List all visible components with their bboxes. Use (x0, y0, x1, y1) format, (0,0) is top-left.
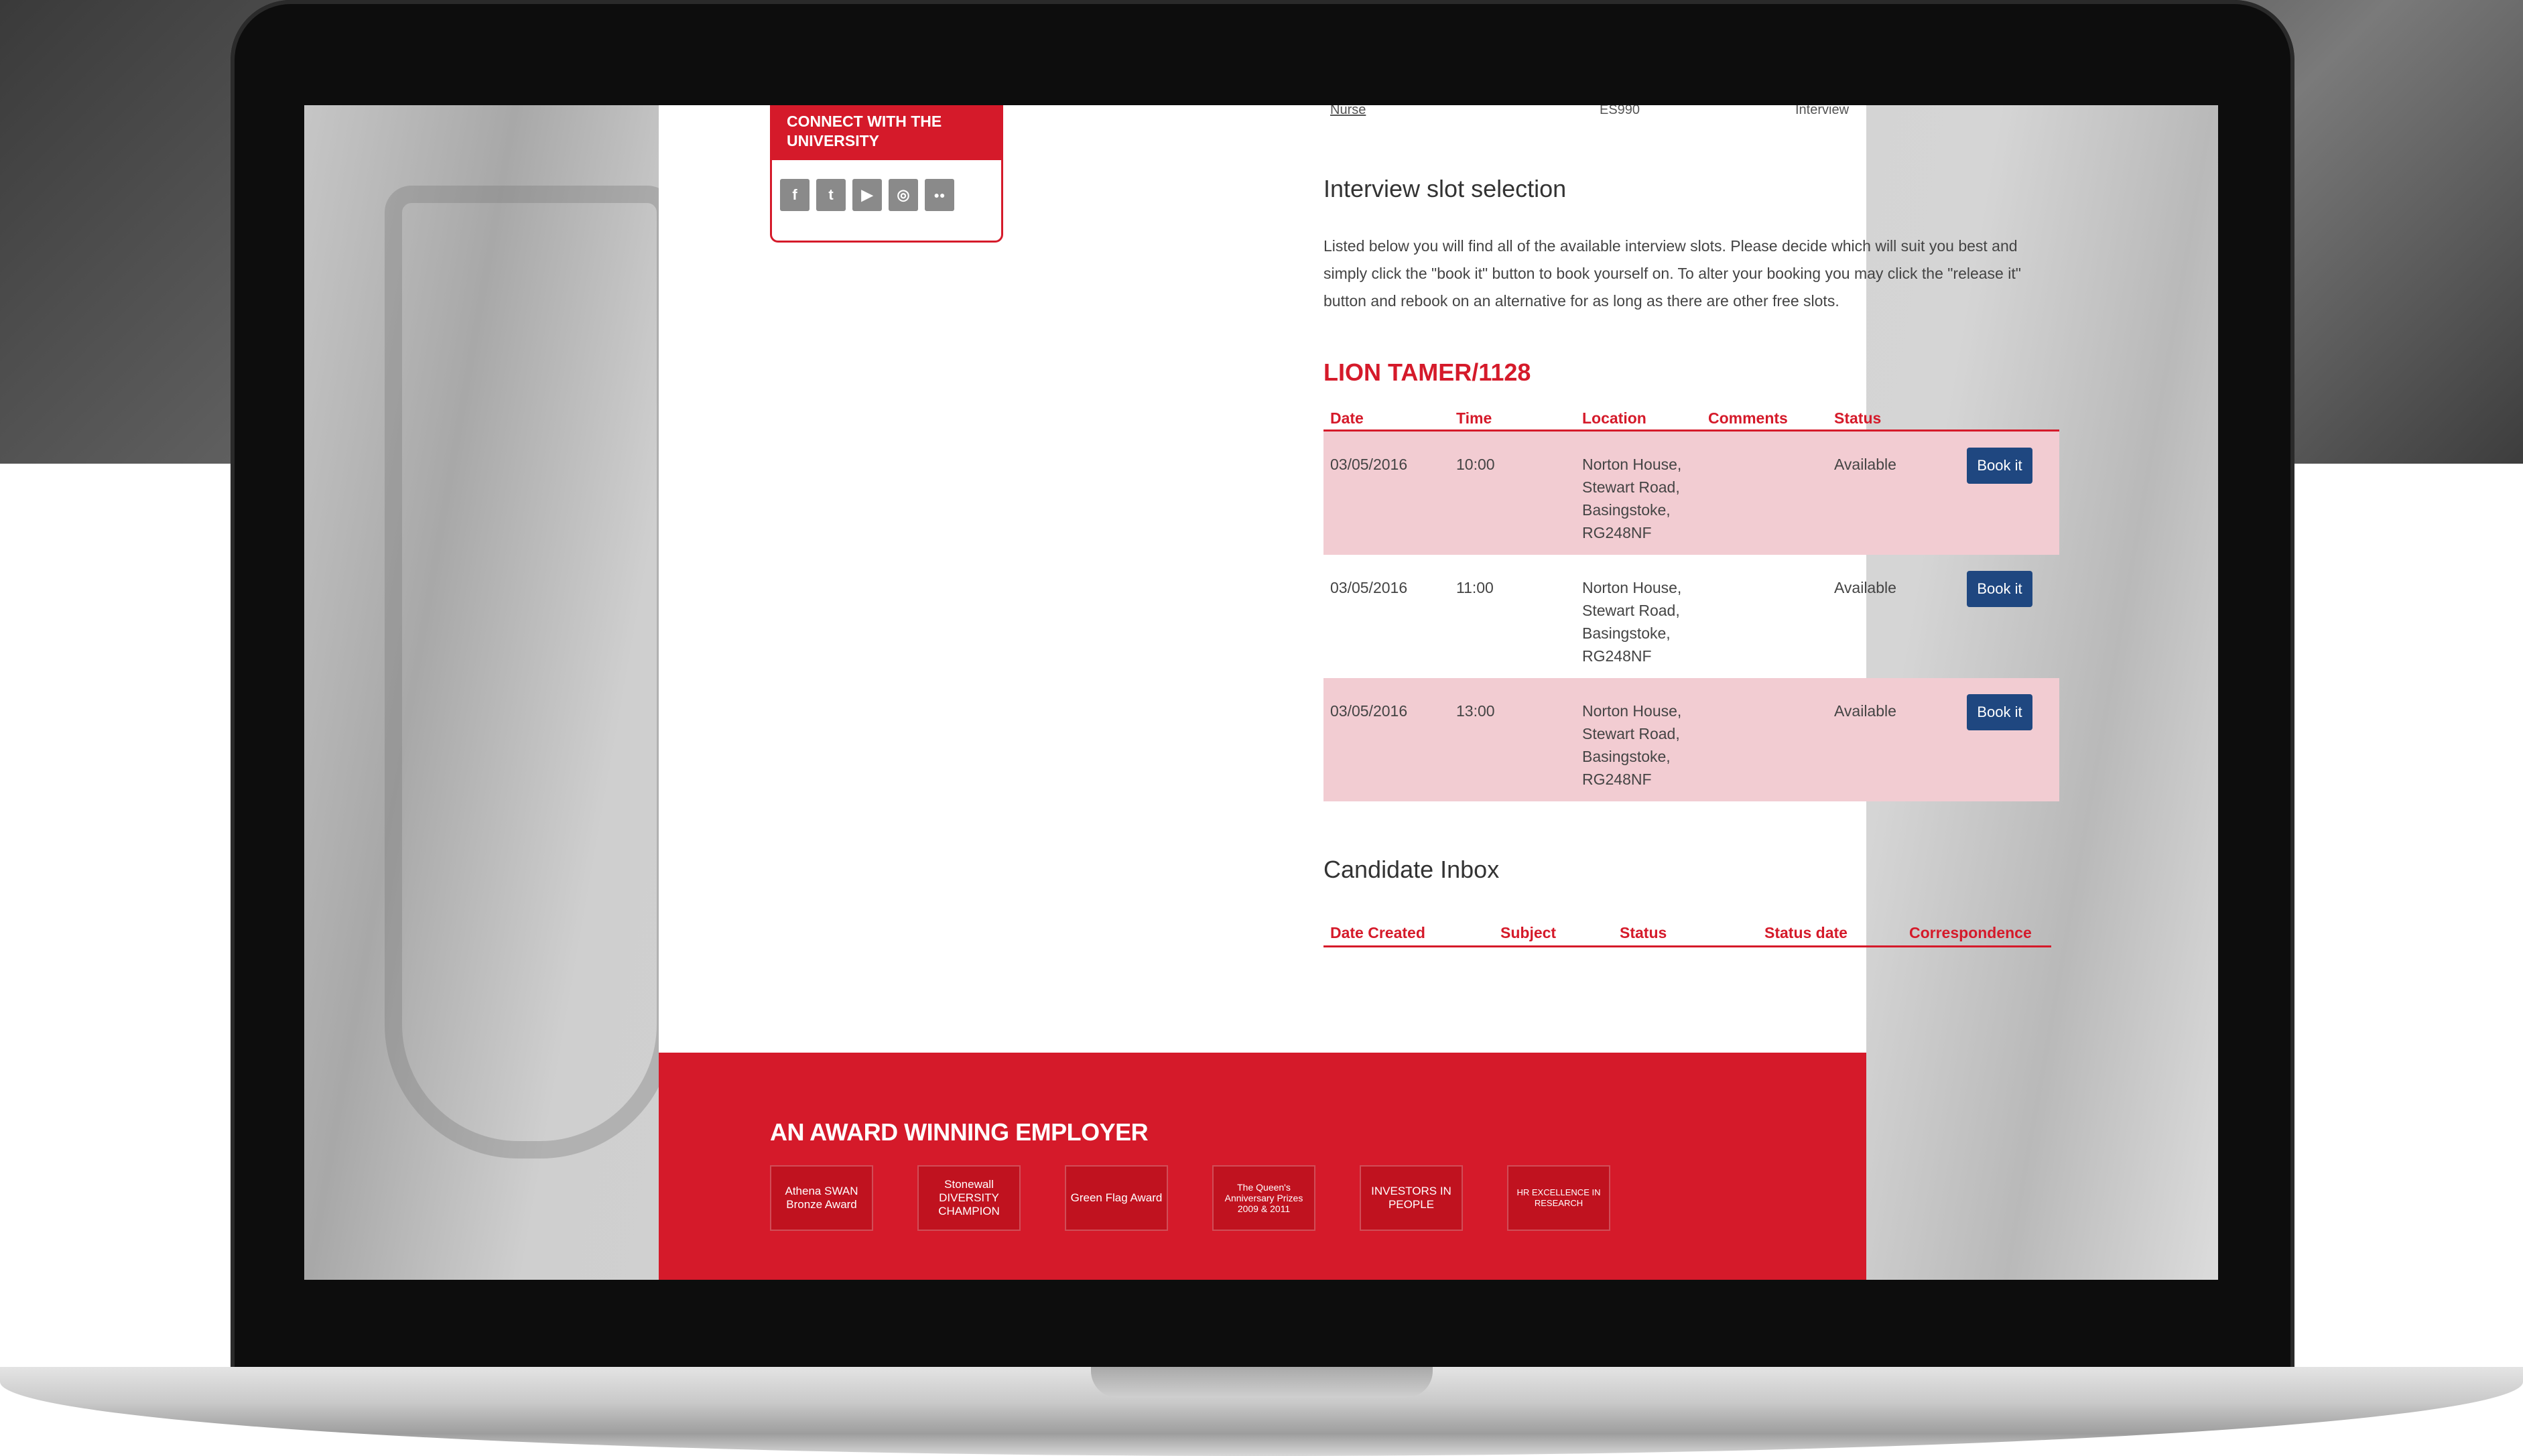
interview-intro: Listed below you will find all of the av… (1323, 237, 2021, 310)
athena-swan-logo: Athena SWAN Bronze Award (770, 1165, 873, 1231)
col-subject: Subject (1500, 924, 1557, 941)
laptop-screen: CONNECT WITH THE UNIVERSITY f t ▶ ◎ ●● N… (304, 105, 2218, 1280)
footer: AN AWARD WINNING EMPLOYER Athena SWAN Br… (659, 1053, 1866, 1280)
col-status: Status (1834, 409, 1882, 427)
book-it-button[interactable]: Book it (1967, 571, 2032, 607)
col-date: Date (1330, 409, 1364, 427)
connect-with-university-box: CONNECT WITH THE UNIVERSITY f t ▶ ◎ ●● (770, 105, 1003, 243)
hr-excellence-logo: HR EXCELLENCE IN RESEARCH (1507, 1165, 1610, 1231)
facebook-icon[interactable]: f (780, 179, 810, 211)
award-logos: Athena SWAN Bronze Award Stonewall DIVER… (770, 1165, 1610, 1231)
location-line: Stewart Road, (1582, 478, 1680, 496)
slot-row: 03/05/2016 10:00 Norton House, Stewart R… (1323, 432, 2059, 555)
connect-title: CONNECT WITH THE UNIVERSITY (772, 105, 1001, 160)
application-role-link[interactable]: Nurse (1330, 105, 1366, 118)
slot-location: Norton House, Stewart Road, Basingstoke,… (1582, 453, 1681, 544)
application-stage: Interview (1795, 105, 1850, 117)
location-line: Stewart Road, (1582, 602, 1680, 619)
slot-date: 03/05/2016 (1330, 702, 1408, 720)
col-correspondence: Correspondence (1909, 924, 2032, 941)
twitter-icon[interactable]: t (816, 179, 846, 211)
location-line: Basingstoke, (1582, 501, 1671, 519)
slot-status: Available (1834, 456, 1896, 473)
slot-date: 03/05/2016 (1330, 579, 1408, 596)
award-title: AN AWARD WINNING EMPLOYER (770, 1118, 1149, 1146)
slot-time: 10:00 (1456, 456, 1495, 473)
instagram-icon[interactable]: ◎ (889, 179, 918, 211)
slot-row: 03/05/2016 13:00 Norton House, Stewart R… (1323, 678, 2059, 801)
youtube-icon[interactable]: ▶ (852, 179, 882, 211)
page-container: CONNECT WITH THE UNIVERSITY f t ▶ ◎ ●● N… (659, 105, 2059, 1280)
green-flag-logo: Green Flag Award (1065, 1165, 1168, 1231)
location-line: Norton House, (1582, 456, 1682, 473)
location-line: RG248NF (1582, 647, 1652, 665)
job-title: LION TAMER/1128 (1323, 358, 1531, 386)
laptop-notch (1091, 1367, 1433, 1398)
investors-in-people-logo: INVESTORS IN PEOPLE (1360, 1165, 1463, 1231)
location-line: RG248NF (1582, 524, 1652, 541)
col-status-date: Status date (1764, 924, 1848, 941)
book-it-button[interactable]: Book it (1967, 448, 2032, 484)
col-time: Time (1456, 409, 1492, 427)
slot-time: 11:00 (1456, 579, 1494, 596)
slot-time: 13:00 (1456, 702, 1495, 720)
slot-row: 03/05/2016 11:00 Norton House, Stewart R… (1323, 555, 2059, 678)
location-line: Norton House, (1582, 702, 1682, 720)
slot-status: Available (1834, 579, 1896, 596)
col-location: Location (1582, 409, 1646, 427)
col-comments: Comments (1708, 409, 1788, 427)
location-line: Norton House, (1582, 579, 1682, 596)
location-line: Basingstoke, (1582, 624, 1671, 642)
location-line: Stewart Road, (1582, 725, 1680, 742)
slot-date: 03/05/2016 (1330, 456, 1408, 473)
crest-watermark (385, 186, 674, 1159)
flickr-icon[interactable]: ●● (925, 179, 954, 211)
book-it-button[interactable]: Book it (1967, 694, 2032, 730)
slot-location: Norton House, Stewart Road, Basingstoke,… (1582, 576, 1681, 667)
queens-anniversary-logo: The Queen's Anniversary Prizes 2009 & 20… (1212, 1165, 1315, 1231)
location-line: Basingstoke, (1582, 748, 1671, 765)
slots-table-header: Date Time Location Comments Status (1323, 404, 2059, 432)
stonewall-logo: Stonewall DIVERSITY CHAMPION (917, 1165, 1021, 1231)
col-inbox-status: Status (1620, 924, 1667, 941)
location-line: RG248NF (1582, 771, 1652, 788)
interview-heading: Interview slot selection (1323, 175, 1567, 202)
inbox-heading: Candidate Inbox (1323, 856, 1500, 883)
slot-status: Available (1834, 702, 1896, 720)
col-date-created: Date Created (1330, 924, 1425, 941)
slot-location: Norton House, Stewart Road, Basingstoke,… (1582, 700, 1681, 791)
inbox-table-header: Date Created Subject Status Status date … (1323, 916, 2051, 947)
social-links: f t ▶ ◎ ●● (772, 160, 1001, 211)
application-reference: ES990 (1600, 105, 1640, 117)
